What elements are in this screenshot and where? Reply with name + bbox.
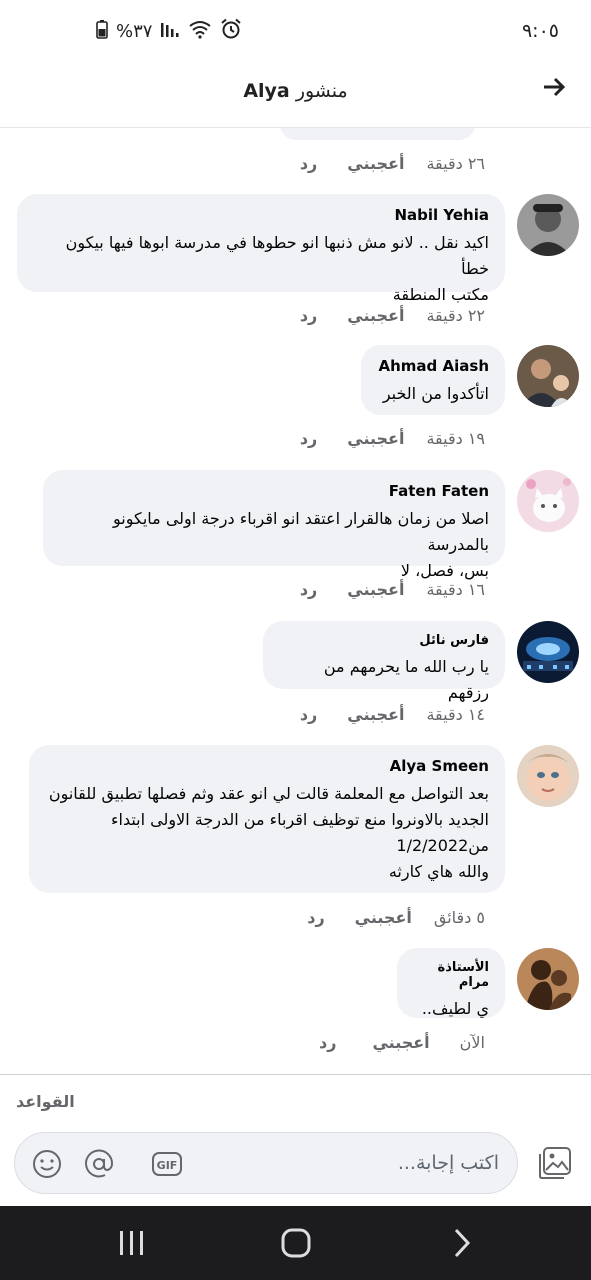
reply-button[interactable]: رد <box>319 1033 336 1052</box>
avatar[interactable] <box>517 194 579 256</box>
reply-composer[interactable]: GIF <box>14 1132 518 1194</box>
signal-icon <box>160 19 180 43</box>
photo-icon[interactable] <box>538 1146 572 1180</box>
avatar[interactable] <box>517 621 579 683</box>
reply-button[interactable]: رد <box>300 705 317 724</box>
comment-actions: ١٤ دقيقة أعجبني رد <box>300 703 485 725</box>
partial-comment-bubble <box>280 128 475 140</box>
avatar[interactable] <box>517 345 579 407</box>
comment-bubble[interactable]: Nabil Yehia اكيد نقل .. لانو مش ذنبها ان… <box>17 194 505 304</box>
comment-actions: ٢٢ دقيقة أعجبني رد <box>300 304 485 326</box>
comment-bubble[interactable]: Faten Faten اصلا من زمان هالقرار اعتقد ا… <box>43 470 505 580</box>
wifi-icon <box>188 19 212 43</box>
comment-actions: ١٦ دقيقة أعجبني رد <box>300 578 485 600</box>
comment-time: ٢٦ دقيقة <box>426 153 485 173</box>
comment-author[interactable]: فارس نائل <box>279 633 489 648</box>
reply-button[interactable]: رد <box>307 908 324 927</box>
comment-bubble[interactable]: Ahmad Aiash اتأكدوا من الخبر <box>361 345 505 415</box>
reply-button[interactable]: رد <box>300 580 317 599</box>
post-header: Alya منشور <box>0 64 591 128</box>
status-bar: %٣٧ ٩:٠٥ <box>0 0 591 64</box>
page-title: Alya منشور <box>0 80 591 102</box>
comment-actions: ٢٦ دقيقة أعجبني رد <box>300 152 485 174</box>
gif-icon[interactable]: GIF <box>151 1148 183 1180</box>
emoji-icon[interactable] <box>31 1148 63 1180</box>
like-button[interactable]: أعجبني <box>347 154 404 173</box>
comment-time: ١٦ دقيقة <box>426 579 485 599</box>
comment-text: بعد التواصل مع المعلمة قالت لي انو عقد و… <box>48 784 489 881</box>
status-time: ٩:٠٥ <box>521 20 559 42</box>
comment-author[interactable]: Faten Faten <box>59 482 489 500</box>
alarm-icon <box>220 18 242 44</box>
comment-actions: ٥ دقائق أعجبني رد <box>307 906 485 928</box>
comment-time: ٢٢ دقيقة <box>426 305 485 325</box>
recent-apps-icon[interactable] <box>112 1226 152 1260</box>
title-name: Alya <box>243 80 290 102</box>
home-icon[interactable] <box>276 1226 316 1260</box>
comment-time: ١٩ دقيقة <box>426 428 485 448</box>
avatar[interactable] <box>517 948 579 1010</box>
comment-text: اتأكدوا من الخبر <box>382 384 489 403</box>
like-button[interactable]: أعجبني <box>355 908 412 927</box>
like-button[interactable]: أعجبني <box>347 705 404 724</box>
reply-button[interactable]: رد <box>300 306 317 325</box>
comment-text: اصلا من زمان هالقرار اعتقد انو اقرباء در… <box>113 509 489 580</box>
arrow-right-icon[interactable] <box>541 74 567 107</box>
reply-input[interactable] <box>199 1147 499 1179</box>
comments-feed[interactable]: ٢٦ دقيقة أعجبني رد Nabil Yehia اكيد نقل … <box>0 128 591 1074</box>
rules-link[interactable]: القواعد <box>16 1092 75 1111</box>
like-button[interactable]: أعجبني <box>372 1033 429 1052</box>
comment-author[interactable]: Alya Smeen <box>45 757 489 775</box>
status-icons: %٣٧ <box>96 18 242 44</box>
comment-text: اكيد نقل .. لانو مش ذنبها انو حطوها في م… <box>65 233 489 304</box>
reply-button[interactable]: رد <box>300 154 317 173</box>
mention-icon[interactable] <box>83 1148 115 1180</box>
comment-bubble[interactable]: الأستاذة مرام ي لطيف.. <box>397 948 505 1018</box>
like-button[interactable]: أعجبني <box>347 306 404 325</box>
reply-button[interactable]: رد <box>300 429 317 448</box>
divider <box>0 1074 591 1075</box>
comment-time: ٥ دقائق <box>433 907 485 927</box>
comment-text: يا رب الله ما يحرمهم من رزقهم <box>323 657 489 702</box>
comment-text: ي لطيف.. <box>421 999 489 1018</box>
battery-percent: %٣٧ <box>116 20 153 42</box>
comment-author[interactable]: الأستاذة مرام <box>413 960 489 990</box>
like-button[interactable]: أعجبني <box>347 429 404 448</box>
comment-actions: الآن أعجبني رد <box>319 1031 485 1053</box>
like-button[interactable]: أعجبني <box>347 580 404 599</box>
svg-text:GIF: GIF <box>157 1159 178 1172</box>
system-nav-bar <box>0 1206 591 1280</box>
comment-time: الآن <box>459 1032 485 1052</box>
battery-icon <box>96 19 108 43</box>
back-icon[interactable] <box>442 1226 482 1260</box>
comment-bubble[interactable]: فارس نائل يا رب الله ما يحرمهم من رزقهم <box>263 621 505 702</box>
comment-author[interactable]: Ahmad Aiash <box>377 357 489 375</box>
title-prefix: منشور <box>295 80 348 102</box>
comment-author[interactable]: Nabil Yehia <box>33 206 489 224</box>
comment-bubble[interactable]: Alya Smeen بعد التواصل مع المعلمة قالت ل… <box>29 745 505 893</box>
avatar[interactable] <box>517 745 579 807</box>
avatar[interactable] <box>517 470 579 532</box>
comment-time: ١٤ دقيقة <box>426 704 485 724</box>
comment-actions: ١٩ دقيقة أعجبني رد <box>300 427 485 449</box>
